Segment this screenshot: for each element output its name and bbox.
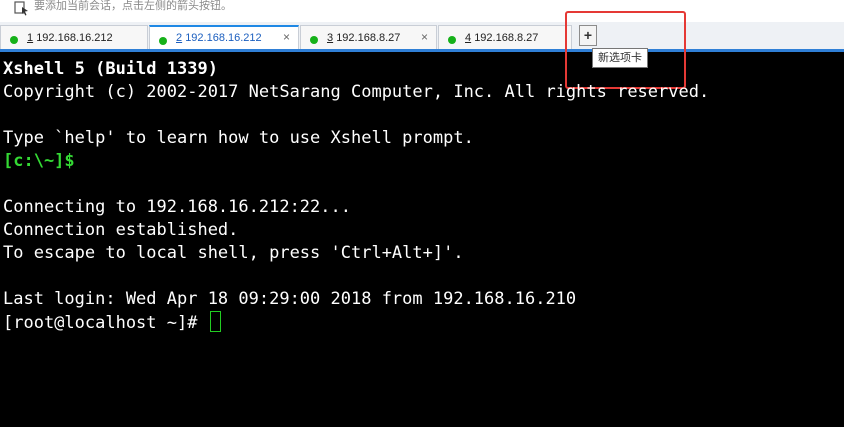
connected-status-icon <box>10 36 18 44</box>
terminal-line: Copyright (c) 2002-2017 NetSarang Comput… <box>3 82 710 102</box>
terminal-cursor <box>209 311 221 332</box>
terminal-line: To escape to local shell, press 'Ctrl+Al… <box>3 243 464 263</box>
session-hint-bar: 要添加当前会话，点击左侧的箭头按钮。 <box>0 0 844 23</box>
tab-label: 3 192.168.8.27 <box>327 32 401 44</box>
terminal-line: Connection established. <box>3 220 239 240</box>
terminal-line: Type `help' to learn how to use Xshell p… <box>3 128 474 148</box>
session-tab-bar: 1 192.168.16.212 2 192.168.16.212 × 3 19… <box>0 22 844 51</box>
session-tab-1[interactable]: 1 192.168.16.212 <box>0 25 148 50</box>
connected-status-icon <box>159 37 167 45</box>
terminal-line: Connecting to 192.168.16.212:22... <box>3 197 351 217</box>
terminal-line: Xshell 5 (Build 1339) <box>3 59 218 79</box>
local-prompt: [c:\~]$ <box>3 151 75 171</box>
remote-prompt: [root@localhost ~]# <box>3 313 208 333</box>
tab-label: 4 192.168.8.27 <box>465 32 539 44</box>
session-tab-3[interactable]: 3 192.168.8.27 × <box>300 25 437 50</box>
close-tab-icon[interactable]: × <box>283 30 290 44</box>
remote-prompt-line: [root@localhost ~]# <box>3 311 709 334</box>
add-session-arrow-icon[interactable] <box>14 1 30 17</box>
terminal-line: Last login: Wed Apr 18 09:29:00 2018 fro… <box>3 289 577 309</box>
hint-text: 要添加当前会话，点击左侧的箭头按钮。 <box>34 0 232 12</box>
terminal-output[interactable]: Xshell 5 (Build 1339) Copyright (c) 2002… <box>3 58 709 334</box>
close-tab-icon[interactable]: × <box>421 30 428 44</box>
session-tab-4[interactable]: 4 192.168.8.27 <box>438 25 572 50</box>
tab-label: 2 192.168.16.212 <box>176 32 262 44</box>
connected-status-icon <box>310 36 318 44</box>
tab-bar-underline <box>0 49 844 52</box>
connected-status-icon <box>448 36 456 44</box>
tab-label: 1 192.168.16.212 <box>27 32 113 44</box>
session-tab-2[interactable]: 2 192.168.16.212 × <box>149 25 299 50</box>
